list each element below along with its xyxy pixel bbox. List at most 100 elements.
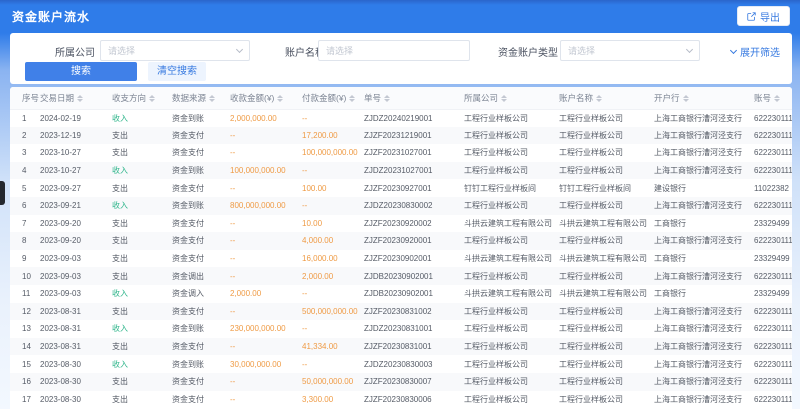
export-label: 导出 [760,9,780,24]
column-header-bank[interactable]: 开户行 [654,87,754,109]
sort-icon[interactable] [596,95,603,102]
cell-no: 4 [10,162,40,180]
table-row[interactable]: 72023-09-20支出资金支付--10.00ZJZF20230920002斗… [10,215,792,233]
table-row[interactable]: 152023-08-30收入资金到账30,000,000.00--ZJDZ202… [10,355,792,373]
cell-account_name: 工程行业样板公司 [559,338,654,356]
cell-no: 6 [10,197,40,215]
column-header-order[interactable]: 单号 [364,87,464,109]
cell-no: 16 [10,373,40,391]
company-filter-label: 所属公司 [55,44,95,59]
table-row[interactable]: 162023-08-30支出资金支付--50,000,000.00ZJZF202… [10,373,792,391]
column-label: 收款金额(¥) [230,93,274,103]
cell-company: 工程行业样板公司 [464,197,559,215]
cell-no: 13 [10,320,40,338]
table-row[interactable]: 122023-08-31支出资金支付--500,000,000.00ZJZF20… [10,303,792,321]
account-type-select[interactable]: 请选择 [560,40,700,61]
cell-source: 资金到账 [172,162,230,180]
column-header-direction[interactable]: 收支方向 [112,87,172,109]
sort-icon[interactable] [774,95,781,102]
column-header-account_name[interactable]: 账户名称 [559,87,654,109]
cell-company: 工程行业样板公司 [464,355,559,373]
table-row[interactable]: 42023-10-27收入资金到账100,000,000.00--ZJDZ202… [10,162,792,180]
sort-icon[interactable] [277,95,284,102]
table-row[interactable]: 52023-09-27支出资金支付--100.00ZJZF20230927001… [10,179,792,197]
account-name-input[interactable] [326,46,462,56]
cell-date: 2023-08-30 [40,355,112,373]
column-header-source[interactable]: 数据来源 [172,87,230,109]
table-row[interactable]: 82023-09-20支出资金支付--4,000.00ZJZF202309200… [10,232,792,250]
company-select[interactable]: 请选择 [100,40,250,61]
export-button[interactable]: 导出 [737,6,790,26]
cell-company: 工程行业样板公司 [464,320,559,338]
cell-order: ZJZF20230920002 [364,215,464,233]
flow-table: 序号交易日期 收支方向数据来源收款金额(¥) 付款金额(¥)单号所属公司 账户名称开户… [10,87,792,408]
cell-account_name: 工程行业样板公司 [559,267,654,285]
cell-no: 1 [10,109,40,127]
table-row[interactable]: 12024-02-19收入资金到账2,000,000.00--ZJDZ20240… [10,109,792,127]
table-row[interactable]: 102023-09-03支出资金调出--2,000.00ZJDB20230902… [10,267,792,285]
cell-order: ZJZF20230902001 [364,250,464,268]
column-header-receive[interactable]: 收款金额(¥) [230,87,302,109]
column-label: 账号 [754,93,771,103]
column-header-date[interactable]: 交易日期 [40,87,112,109]
cell-company: 工程行业样板公司 [464,303,559,321]
top-bar: 资金账户流水 导出 [0,0,800,33]
cell-source: 资金支付 [172,250,230,268]
expand-filters-link[interactable]: 展开筛选 [731,44,780,59]
clear-search-button[interactable]: 清空搜索 [148,62,206,81]
column-label: 开户行 [654,93,680,103]
cell-account_no: 622230111 [754,109,792,127]
cell-order: ZJZF20230830007 [364,373,464,391]
type-filter-label: 资金账户类型 [498,44,558,59]
table-row[interactable]: 112023-09-03收入资金调入2,000.00--ZJDB20230902… [10,285,792,303]
cell-account_name: 斗拱云建筑工程有限公司 [559,250,654,268]
cell-source: 资金到账 [172,320,230,338]
cell-source: 资金支付 [172,215,230,233]
cell-account_no: 622230111 [754,232,792,250]
cell-no: 12 [10,303,40,321]
table-panel: 序号交易日期 收支方向数据来源收款金额(¥) 付款金额(¥)单号所属公司 账户名称开户… [10,87,792,409]
search-button[interactable]: 搜索 [25,62,137,81]
cell-source: 资金支付 [172,144,230,162]
cell-pay: 50,000,000.00 [302,373,364,391]
table-row[interactable]: 32023-10-27支出资金支付--100,000,000.00ZJZF202… [10,144,792,162]
cell-source: 资金到账 [172,109,230,127]
cell-receive: 2,000.00 [230,285,302,303]
cell-account_no: 622230111 [754,127,792,145]
cell-no: 7 [10,215,40,233]
sort-icon[interactable] [209,95,216,102]
table-row[interactable]: 92023-09-03支出资金支付--16,000.00ZJZF20230902… [10,250,792,268]
column-label: 所属公司 [464,93,498,103]
cell-no: 14 [10,338,40,356]
cell-account_no: 23329499 [754,250,792,268]
sort-icon[interactable] [77,95,84,102]
table-row[interactable]: 62023-09-21收入资金到账800,000,000.00--ZJDZ202… [10,197,792,215]
sort-icon[interactable] [349,95,356,102]
table-row[interactable]: 22023-12-19支出资金支付--17,200.00ZJZF20231219… [10,127,792,145]
cell-receive: -- [230,215,302,233]
drawer-handle[interactable] [0,181,5,205]
sort-icon[interactable] [149,95,156,102]
column-header-account_no[interactable]: 账号 [754,87,792,109]
table-row[interactable]: 142023-08-31支出资金支付--41,334.00ZJZF2023083… [10,338,792,356]
cell-account_no: 622230111 [754,373,792,391]
cell-source: 资金调出 [172,267,230,285]
sort-icon[interactable] [384,95,391,102]
table-row[interactable]: 132023-08-31收入资金到账230,000,000.00--ZJDZ20… [10,320,792,338]
cell-company: 工程行业样板公司 [464,162,559,180]
column-label: 交易日期 [40,93,74,103]
table-row[interactable]: 172023-08-30支出资金支付--3,300.00ZJZF20230830… [10,391,792,409]
expand-filters-label: 展开筛选 [740,44,780,59]
cell-pay: 4,000.00 [302,232,364,250]
sort-icon[interactable] [501,95,508,102]
column-header-no: 序号 [10,87,40,109]
column-header-pay[interactable]: 付款金额(¥) [302,87,364,109]
cell-date: 2023-08-31 [40,338,112,356]
cell-receive: -- [230,373,302,391]
column-header-company[interactable]: 所属公司 [464,87,559,109]
cell-no: 10 [10,267,40,285]
cell-account_no: 622230111 [754,320,792,338]
export-icon [747,12,756,21]
sort-icon[interactable] [683,95,690,102]
cell-direction: 支出 [112,179,172,197]
